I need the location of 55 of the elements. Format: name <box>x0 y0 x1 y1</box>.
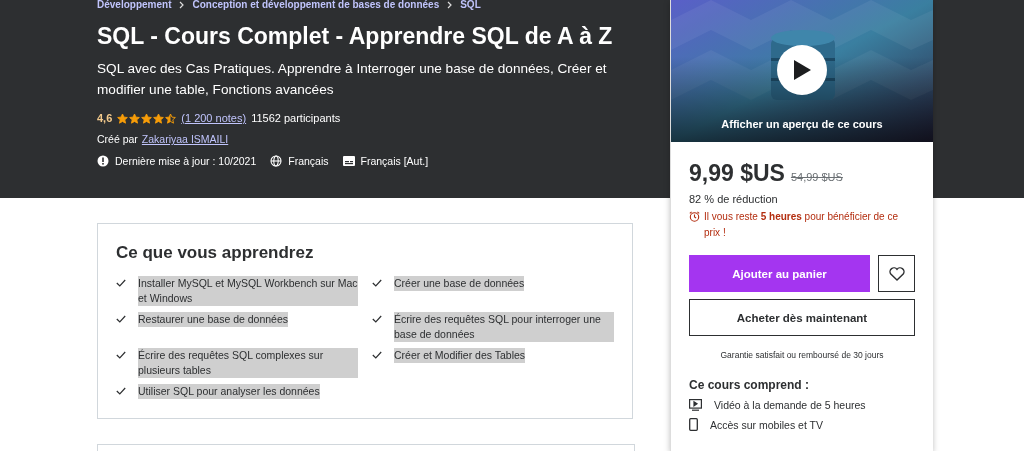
star-icon <box>165 112 177 124</box>
breadcrumb-link[interactable]: SQL <box>460 0 481 10</box>
meta-text: Français [Aut.] <box>360 155 429 167</box>
add-to-cart-button[interactable]: Ajouter au panier <box>689 255 870 292</box>
check-icon <box>116 315 126 323</box>
learning-item: Écrire des requêtes SQL pour interroger une base de données <box>394 312 614 342</box>
check-icon <box>372 351 382 359</box>
learning-item: Restaurer une base de données <box>138 312 289 327</box>
course-title: SQL - Cours Complet - Apprendre SQL de A à Z <box>97 22 614 50</box>
check-icon <box>372 315 382 323</box>
chevron-icon <box>447 1 453 9</box>
check-icon <box>116 351 126 359</box>
meta-text: Dernière mise à jour : 10/2021 <box>115 155 257 167</box>
buy-now-button[interactable]: Acheter dès maintenant <box>689 299 915 336</box>
alert-badge-icon <box>97 155 109 167</box>
check-icon <box>372 279 382 287</box>
play-icon <box>792 59 812 81</box>
learning-item: Créer une base de données <box>394 276 525 291</box>
course-subtitle: SQL avec des Cas Pratiques. Apprendre à Interroger une base de données, Créer et modifier une table, Fonctions avancées <box>97 60 608 99</box>
check-icon <box>116 387 126 395</box>
star-icon <box>153 112 165 124</box>
learning-item: Créer et Modifier des Tables <box>394 348 526 363</box>
wishlist-button[interactable] <box>878 255 915 292</box>
chevron-icon <box>179 1 185 9</box>
learning-item: Utiliser SQL pour analyser les données <box>138 384 320 399</box>
breadcrumb-link[interactable]: Développement <box>97 0 172 10</box>
original-price: 54,99 $US <box>790 171 843 183</box>
includes-title: Ce cours comprend : <box>689 378 811 392</box>
discount-text: 82 % de réduction <box>689 193 779 205</box>
guarantee-text: Garantie satisfait ou remboursé de 30 jours <box>719 350 885 360</box>
mobile-phone-icon <box>689 418 698 431</box>
heart-icon <box>888 266 905 281</box>
star-icon <box>117 112 129 124</box>
learning-item: Installer MySQL et MySQL Workbench sur Mac et Windows <box>138 276 358 306</box>
section-title: Ce que vous apprendrez <box>116 242 315 264</box>
star-icon <box>141 112 153 124</box>
countdown-text: Il vous reste 5 heures pour bénéficier de ce prix ! <box>704 210 899 240</box>
breadcrumb-link[interactable]: Conception et développement de bases de données <box>192 0 440 10</box>
rating-value: 4,6 <box>97 112 113 124</box>
ratings-link[interactable]: (1 200 notes) <box>181 112 247 124</box>
meta-text: Français <box>288 155 329 167</box>
globe-icon <box>270 155 283 167</box>
author-label: Créé par <box>97 133 138 145</box>
learning-item: Écrire des requêtes SQL complexes sur plusieurs tables <box>138 348 358 378</box>
current-price: 9,99 $US <box>689 160 785 187</box>
star-icon <box>129 112 141 124</box>
participants-count: 11562 participants <box>251 112 341 124</box>
author-link[interactable]: Zakariyaa ISMAILI <box>141 133 229 145</box>
check-icon <box>116 279 126 287</box>
preview-label: Afficher un aperçu de ce cours <box>720 118 884 130</box>
video-icon <box>689 399 702 411</box>
includes-item: Vidéo à la demande de 5 heures <box>714 399 866 411</box>
alarm-clock-icon <box>689 211 700 222</box>
includes-item: Accès sur mobiles et TV <box>710 418 823 431</box>
captions-icon <box>342 156 355 166</box>
